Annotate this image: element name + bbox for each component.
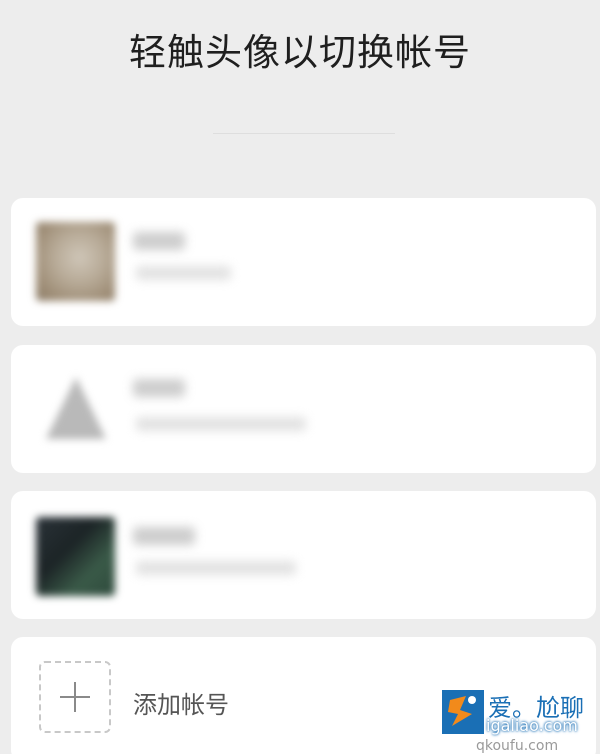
- add-account-label: 添加帐号: [133, 691, 229, 719]
- account-card[interactable]: [11, 345, 596, 473]
- account-name-blurred: [133, 379, 185, 397]
- watermark-url-secondary: qkoufu.com: [476, 738, 559, 754]
- account-name-blurred: [133, 527, 195, 545]
- site-watermark: 爱。尬聊 igaliao.com qkoufu.com: [442, 690, 592, 754]
- account-id-blurred: [136, 561, 296, 575]
- watermark-url: igaliao.com: [486, 716, 578, 735]
- account-id-blurred: [136, 266, 231, 280]
- account-card[interactable]: [11, 491, 596, 619]
- account-switch-screen: 轻触头像以切换帐号 添加帐号 爱。尬聊 igaliao.com qkoufu.c…: [0, 0, 600, 754]
- account-name-blurred: [133, 232, 185, 250]
- plus-icon: [60, 682, 90, 712]
- account-card[interactable]: [11, 198, 596, 326]
- account-avatar[interactable]: [36, 369, 115, 448]
- watermark-logo-icon: [442, 690, 484, 734]
- account-avatar[interactable]: [36, 222, 115, 301]
- account-avatar[interactable]: [36, 517, 115, 596]
- account-id-blurred: [136, 417, 306, 431]
- header-divider: [213, 133, 395, 134]
- add-account-box[interactable]: [39, 661, 111, 733]
- page-title: 轻触头像以切换帐号: [129, 31, 471, 74]
